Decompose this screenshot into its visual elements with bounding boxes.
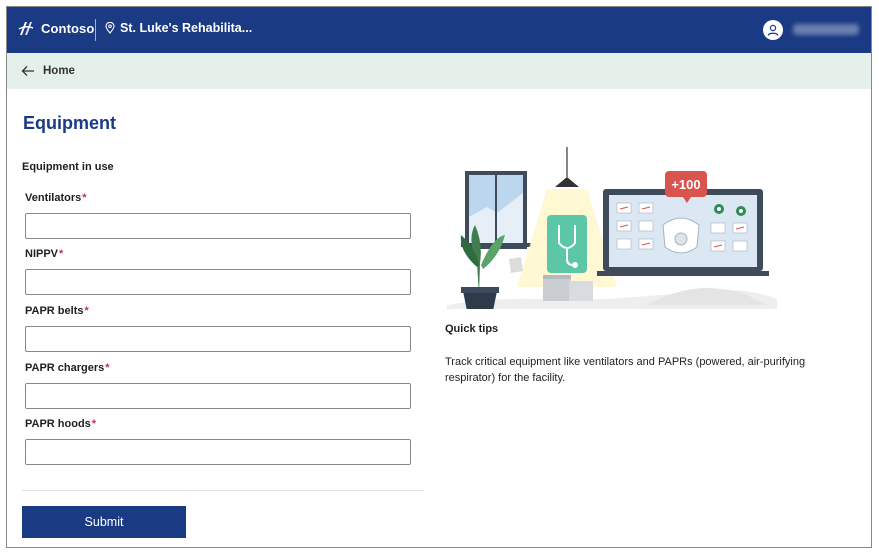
brand-name: Contoso bbox=[41, 20, 95, 36]
contoso-logo-icon bbox=[18, 22, 34, 35]
badge-text: +100 bbox=[671, 177, 700, 192]
ventilators-input[interactable] bbox=[25, 213, 411, 239]
nippv-label: NIPPV* bbox=[25, 248, 64, 260]
papr-belts-label: PAPR belts* bbox=[25, 305, 89, 317]
ventilators-label: Ventilators* bbox=[25, 192, 87, 204]
location-pin-icon bbox=[105, 22, 115, 34]
header-divider bbox=[95, 19, 96, 41]
tips-title: Quick tips bbox=[445, 323, 499, 335]
papr-hoods-field: PAPR hoods* bbox=[25, 418, 413, 465]
papr-hoods-input[interactable] bbox=[25, 439, 411, 465]
nippv-field: NIPPV* bbox=[25, 248, 413, 295]
user-avatar[interactable] bbox=[763, 20, 783, 40]
nippv-input[interactable] bbox=[25, 269, 411, 295]
person-icon bbox=[767, 24, 779, 36]
required-marker: * bbox=[84, 305, 89, 317]
submit-button[interactable]: Submit bbox=[22, 506, 186, 538]
app-frame: Contoso St. Luke's Rehabilita... Home Eq… bbox=[6, 6, 872, 548]
required-marker: * bbox=[105, 362, 110, 374]
papr-belts-input[interactable] bbox=[25, 326, 411, 352]
papr-chargers-label: PAPR chargers* bbox=[25, 362, 110, 374]
user-name[interactable] bbox=[793, 24, 859, 35]
breadcrumb: Home bbox=[7, 53, 871, 89]
site-selector[interactable]: St. Luke's Rehabilita... bbox=[105, 21, 252, 35]
section-label: Equipment in use bbox=[22, 161, 114, 173]
required-marker: * bbox=[91, 418, 97, 430]
papr-chargers-input[interactable] bbox=[25, 383, 411, 409]
arrow-left-icon[interactable] bbox=[21, 65, 35, 77]
page-title: Equipment bbox=[23, 113, 116, 133]
ventilators-field: Ventilators* bbox=[25, 192, 413, 239]
home-link[interactable]: Home bbox=[43, 65, 75, 77]
tips-text: Track critical equipment like ventilator… bbox=[445, 356, 806, 384]
papr-belts-field: PAPR belts* bbox=[25, 305, 413, 352]
required-marker: * bbox=[82, 192, 87, 204]
required-marker: * bbox=[59, 248, 64, 260]
papr-hoods-label: PAPR hoods* bbox=[25, 418, 97, 430]
papr-chargers-field: PAPR chargers* bbox=[25, 362, 413, 409]
brand[interactable]: Contoso bbox=[17, 19, 94, 37]
top-bar: Contoso St. Luke's Rehabilita... bbox=[7, 7, 871, 53]
form-divider bbox=[22, 490, 424, 491]
site-name: St. Luke's Rehabilita... bbox=[120, 21, 253, 35]
equipment-illustration: +100 bbox=[447, 147, 777, 309]
